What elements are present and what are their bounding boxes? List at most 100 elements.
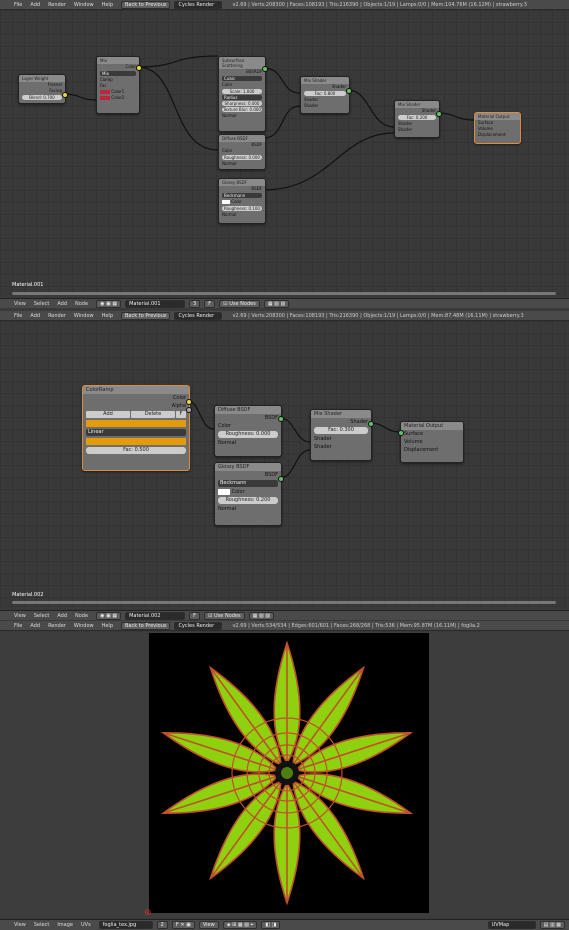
menu-window[interactable]: Window (74, 623, 94, 629)
cursor-2d-icon[interactable]: ⊕ (144, 908, 152, 918)
menu-add[interactable]: Add (30, 2, 40, 8)
menu-render[interactable]: Render (48, 313, 66, 319)
menu-add[interactable]: Add (30, 313, 40, 319)
node-diffuse-bsdf[interactable]: Diffuse BSDF BSDF Color Roughness: 0.000… (218, 134, 266, 170)
menu-add[interactable]: Add (30, 623, 40, 629)
scale-field[interactable]: Scale: 1.000 (222, 89, 262, 94)
socket-ramp-color[interactable] (186, 399, 192, 405)
flip-ramp-button[interactable]: F (176, 411, 186, 418)
material-users-count[interactable]: 3 (189, 299, 201, 308)
roughness-field[interactable]: Roughness: 0.100 (222, 206, 262, 211)
snap-icons[interactable]: ▦ ▧ ▨ (248, 611, 274, 620)
distribution-select[interactable]: Beckmann (222, 193, 262, 198)
node-subsurface-scattering[interactable]: Subsurface Scattering BSSRDF Cubic Color… (218, 56, 266, 132)
input-color2[interactable]: Color2 (97, 95, 139, 101)
fake-user-button[interactable]: F (189, 611, 200, 620)
ramp-color-bar[interactable] (86, 420, 186, 427)
use-nodes-toggle[interactable]: ☑ Use Nodes (219, 299, 260, 308)
menu-file[interactable]: File (14, 2, 22, 8)
menu-node[interactable]: Node (75, 301, 88, 307)
sharpness-field[interactable]: Sharpness: 0.000 (222, 101, 262, 106)
node-glossy-bsdf[interactable]: Glossy BSDF BSDF Beckmann Color Roughnes… (214, 462, 282, 526)
menu-select[interactable]: Select (34, 922, 49, 928)
radius-field[interactable]: Radius (222, 95, 262, 100)
material-name-field[interactable]: Material.001 (125, 299, 186, 308)
fac-field[interactable]: Fac: 0.800 (304, 91, 346, 96)
menu-help[interactable]: Help (102, 2, 113, 8)
menu-select[interactable]: Select (34, 613, 49, 619)
node-diffuse-bsdf[interactable]: Diffuse BSDF BSDF Color Roughness: 0.000… (214, 405, 282, 457)
socket-color-out[interactable] (136, 65, 142, 71)
view-mode-select[interactable]: View (198, 921, 219, 929)
render-engine-select[interactable]: Cycles Render (174, 621, 223, 630)
menu-file[interactable]: File (14, 623, 22, 629)
roughness-field[interactable]: Roughness: 0.000 (218, 431, 278, 438)
menu-select[interactable]: Select (34, 301, 49, 307)
leaf-texture-image[interactable] (149, 633, 429, 913)
socket-shader-out-2[interactable] (436, 111, 442, 117)
roughness-field[interactable]: Roughness: 0.200 (218, 497, 278, 504)
back-to-previous-button[interactable]: Back to Previous (121, 311, 171, 320)
node-material-output[interactable]: Material Output Surface Volume Displacem… (474, 112, 521, 144)
channel-icons[interactable]: ▤ ▥ ▦ (539, 921, 565, 929)
node-mix[interactable]: Mix Color Mix Clamp Fac Color1 Color2 (96, 56, 140, 114)
distribution-select[interactable]: Beckmann (218, 480, 278, 487)
image-tool-icons[interactable]: F ✕ ▣ (171, 921, 195, 929)
color2-swatch[interactable] (100, 96, 110, 100)
menu-window[interactable]: Window (74, 313, 94, 319)
back-to-previous-button[interactable]: Back to Previous (121, 621, 171, 630)
sync-icons[interactable]: ◧ ◨ (261, 921, 281, 929)
menu-add[interactable]: Add (57, 301, 67, 307)
roughness-field[interactable]: Roughness: 0.000 (222, 155, 262, 160)
uvmap-select[interactable]: UVMap (487, 921, 536, 929)
node-tree-type-icons[interactable]: ◉ ▣ ▦ (96, 299, 122, 308)
node-mix-shader-2[interactable]: Mix Shader Shader Fac: 0.200 Shader Shad… (394, 100, 440, 138)
menu-help[interactable]: Help (102, 313, 113, 319)
uv-image-editor[interactable]: ⊕ (0, 632, 569, 918)
node-tree-type-icons[interactable]: ◉ ▣ ▦ (96, 611, 122, 620)
image-users-count[interactable]: 2 (156, 921, 168, 929)
blend-field[interactable]: Blend: 0.700 (22, 95, 62, 100)
blend-type-select[interactable]: Mix (100, 71, 136, 76)
node-material-output[interactable]: Material Output Surface Volume Displacem… (400, 421, 464, 463)
socket-mix-out[interactable] (368, 421, 374, 427)
render-engine-select[interactable]: Cycles Render (174, 311, 223, 320)
menu-view[interactable]: View (14, 922, 26, 928)
interpolation-select[interactable]: Linear (86, 429, 186, 436)
texture-blur-field[interactable]: Texture Blur: 0.000 (222, 107, 262, 112)
socket-shader-out[interactable] (346, 88, 352, 94)
socket-glossy-out[interactable] (278, 476, 284, 482)
color-swatch[interactable] (222, 200, 230, 204)
fac-field[interactable]: Fac: 0.300 (314, 427, 368, 434)
node-glossy-bsdf[interactable]: Glossy BSDF BSDF Beckmann Color Roughnes… (218, 178, 266, 224)
menu-uvs[interactable]: UVs (81, 922, 91, 928)
node-layer-weight[interactable]: Layer Weight Fresnel Facing Blend: 0.700 (18, 74, 66, 104)
menu-render[interactable]: Render (48, 623, 66, 629)
image-name-field[interactable]: foglia_tex.jpg (98, 921, 153, 929)
use-nodes-toggle[interactable]: ☑ Use Nodes (203, 611, 245, 620)
socket-bssrdf-out[interactable] (262, 66, 268, 72)
menu-image[interactable]: Image (57, 922, 73, 928)
input-color[interactable]: Color (215, 488, 281, 496)
menu-render[interactable]: Render (48, 2, 66, 8)
color-swatch[interactable] (218, 488, 230, 495)
node-editor-2[interactable]: ColorRamp Color Alpha Add Delete F Linea… (0, 321, 569, 607)
falloff-select[interactable]: Cubic (222, 76, 262, 81)
input-color[interactable]: Color (219, 199, 265, 205)
node-editor-1[interactable]: Layer Weight Fresnel Facing Blend: 0.700… (0, 10, 569, 295)
node-color-ramp[interactable]: ColorRamp Color Alpha Add Delete F Linea… (82, 385, 190, 471)
fac-field[interactable]: Fac: 0.200 (398, 115, 436, 120)
menu-file[interactable]: File (14, 313, 22, 319)
menu-view[interactable]: View (14, 613, 26, 619)
menu-window[interactable]: Window (74, 2, 94, 8)
menu-add[interactable]: Add (57, 613, 67, 619)
fac-field[interactable]: Fac: 0.500 (86, 447, 186, 454)
fake-user-button[interactable]: F (204, 299, 216, 308)
socket-fresnel[interactable] (62, 92, 68, 98)
socket-surface-in[interactable] (398, 430, 404, 436)
menu-node[interactable]: Node (75, 613, 88, 619)
color1-swatch[interactable] (100, 90, 110, 94)
delete-stop-button[interactable]: Delete (131, 411, 175, 418)
node-mix-shader[interactable]: Mix Shader Shader Fac: 0.300 Shader Shad… (310, 409, 372, 461)
socket-ramp-alpha[interactable] (186, 407, 192, 413)
